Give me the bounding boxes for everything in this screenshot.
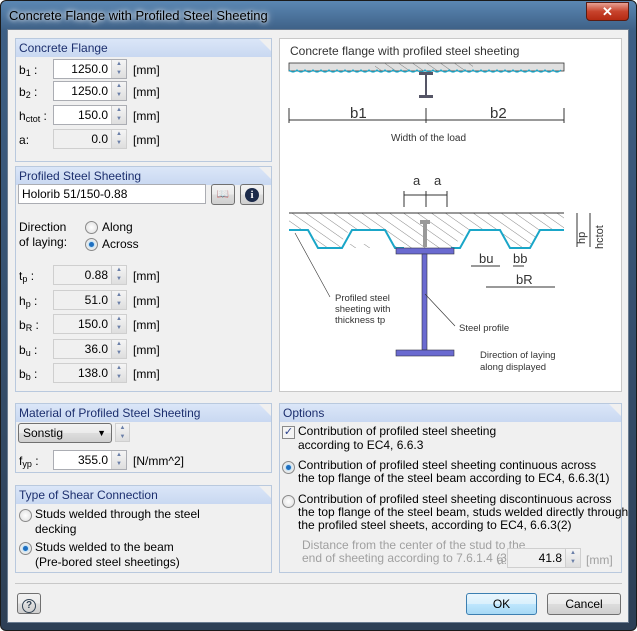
- bb-label: bb: [513, 251, 527, 266]
- hctot-label: hctot: [594, 225, 606, 249]
- top-flange-drawing: [288, 62, 565, 123]
- concrete_flange-field-unit: [mm]: [133, 109, 160, 123]
- sheeting-field-unit: [mm]: [133, 269, 160, 283]
- spinner[interactable]: ▲ ▼: [111, 130, 126, 148]
- concrete_flange-field-label: b1 :: [19, 63, 38, 78]
- br-label: bR: [516, 272, 533, 287]
- distance-label: Distance from the center of the stud to …: [302, 538, 526, 565]
- concrete_flange-field-label: a:: [19, 133, 30, 147]
- contribution-label: Contribution of profiled steel sheeting a…: [298, 424, 497, 452]
- hp-label: hp: [576, 232, 588, 244]
- book-icon: 📖: [216, 189, 230, 200]
- spinner[interactable]: ▲ ▼: [111, 60, 126, 78]
- studs-to-beam-label: Studs welded to the beam (Pre-bored steel…: [35, 540, 180, 569]
- sheeting-field-unit: [mm]: [133, 343, 160, 357]
- concrete_flange-field-unit: [mm]: [133, 63, 160, 77]
- direction-label: Direction of laying:: [19, 220, 68, 249]
- material-header: Material of Profiled Steel Sheeting: [16, 404, 271, 422]
- sheeting-header: Profiled Steel Sheeting: [16, 167, 271, 185]
- distance-a-label: a:: [497, 553, 508, 567]
- sheeting-field-input[interactable]: 138.0 ▲ ▼: [53, 363, 127, 383]
- concrete_flange-field-input[interactable]: 1250.0 ▲ ▼: [53, 81, 127, 101]
- help-button[interactable]: ?: [17, 593, 41, 614]
- info-icon: i: [245, 188, 259, 202]
- continuous-label: Contribution of profiled steel sheeting …: [298, 458, 610, 485]
- cancel-button[interactable]: Cancel: [547, 593, 621, 615]
- section-diagram: b1 b2 Width of the load a a bu bb bR hp …: [288, 62, 606, 373]
- sheeting-field-label: tp :: [19, 269, 35, 284]
- continuous-radio[interactable]: [282, 461, 295, 474]
- spinner[interactable]: ▲ ▼: [111, 364, 126, 382]
- concrete_flange-field-input[interactable]: 1250.0 ▲ ▼: [53, 59, 127, 79]
- concrete_flange-field-label: hctot :: [19, 109, 47, 124]
- fyp-unit: [N/mm^2]: [133, 454, 184, 468]
- a-left-label: a: [413, 173, 421, 188]
- discontinuous-label: Contribution of profiled steel sheeting …: [298, 492, 629, 532]
- fyp-label: fyp :: [19, 454, 39, 469]
- concrete-flange-header: Concrete Flange: [16, 39, 271, 57]
- contribution-checkbox[interactable]: ✓: [282, 426, 295, 439]
- across-label: Across: [102, 237, 139, 251]
- sheeting-field-input[interactable]: 0.88 ▲ ▼: [53, 265, 127, 285]
- sheeting-field-label: bb :: [19, 367, 38, 382]
- a-right-label: a: [434, 173, 442, 188]
- separator: [15, 583, 622, 584]
- discontinuous-radio[interactable]: [282, 495, 295, 508]
- direction-note-1: Direction of laying: [480, 350, 556, 361]
- b2-label: b2: [490, 105, 507, 122]
- sheeting-note-3: thickness tp: [335, 315, 385, 326]
- sheeting-note-1: Profiled steel: [335, 293, 390, 304]
- sheeting-name-field[interactable]: Holorib 51/150-0.88: [18, 184, 206, 204]
- studs-to-beam-radio[interactable]: [19, 542, 32, 555]
- help-icon: ?: [22, 599, 36, 613]
- library-button[interactable]: 📖: [211, 184, 235, 205]
- spinner[interactable]: ▲ ▼: [111, 315, 126, 333]
- spinner[interactable]: ▲ ▼: [111, 82, 126, 100]
- sheeting-field-label: bu :: [19, 343, 38, 358]
- steel-profile-label: Steel profile: [459, 323, 509, 334]
- concrete_flange-field-unit: [mm]: [133, 133, 160, 147]
- shear-header: Type of Shear Connection: [16, 486, 271, 504]
- sheeting-field-input[interactable]: 51.0 ▲ ▼: [53, 290, 127, 310]
- across-radio[interactable]: [85, 238, 98, 251]
- info-button[interactable]: i: [240, 184, 264, 205]
- close-button[interactable]: ✕: [586, 2, 629, 21]
- chevron-down-icon: ▼: [97, 428, 106, 438]
- sheeting-field-input[interactable]: 150.0 ▲ ▼: [53, 314, 127, 334]
- diagram-panel: Concrete flange with profiled steel shee…: [279, 38, 622, 392]
- fyp-input[interactable]: 355.0 ▲ ▼: [53, 450, 127, 470]
- spinner[interactable]: ▲ ▼: [111, 340, 126, 358]
- sheeting-field-unit: [mm]: [133, 294, 160, 308]
- bu-label: bu: [479, 251, 493, 266]
- sheeting-note-2: sheeting with: [335, 304, 390, 315]
- direction-note-2: along displayed: [480, 362, 546, 373]
- spinner[interactable]: ▲ ▼: [111, 266, 126, 284]
- sheeting-field-label: hp :: [19, 294, 38, 309]
- b1-label: b1: [350, 105, 367, 122]
- material-spinner[interactable]: ▲ ▼: [115, 423, 130, 442]
- sheeting-field-unit: [mm]: [133, 367, 160, 381]
- sheeting-field-input[interactable]: 36.0 ▲ ▼: [53, 339, 127, 359]
- along-radio[interactable]: [85, 221, 98, 234]
- distance-a-unit: [mm]: [586, 553, 613, 567]
- options-header: Options: [280, 404, 621, 422]
- section-drawing: [289, 191, 591, 357]
- window-title: Concrete Flange with Profiled Steel Shee…: [9, 8, 268, 23]
- along-label: Along: [102, 220, 133, 234]
- concrete_flange-field-label: b2 :: [19, 85, 38, 100]
- ok-button[interactable]: OK: [466, 593, 537, 615]
- studs-through-decking-radio[interactable]: [19, 509, 32, 522]
- material-selected: Sonstig: [23, 426, 64, 440]
- sheeting-field-label: bR :: [19, 318, 39, 333]
- spinner[interactable]: ▲ ▼: [111, 106, 126, 124]
- spinner[interactable]: ▲ ▼: [111, 291, 126, 309]
- concrete_flange-field-input[interactable]: 150.0 ▲ ▼: [53, 105, 127, 125]
- material-dropdown[interactable]: Sonstig ▼: [18, 423, 112, 443]
- width-of-load-label: Width of the load: [391, 133, 466, 144]
- studs-through-decking-label: Studs welded through the steel decking: [35, 507, 200, 536]
- distance-a-input[interactable]: 41.8 ▲ ▼: [507, 548, 581, 568]
- concrete_flange-field-unit: [mm]: [133, 85, 160, 99]
- concrete_flange-field-input[interactable]: 0.0 ▲ ▼: [53, 129, 127, 149]
- sheeting-field-unit: [mm]: [133, 318, 160, 332]
